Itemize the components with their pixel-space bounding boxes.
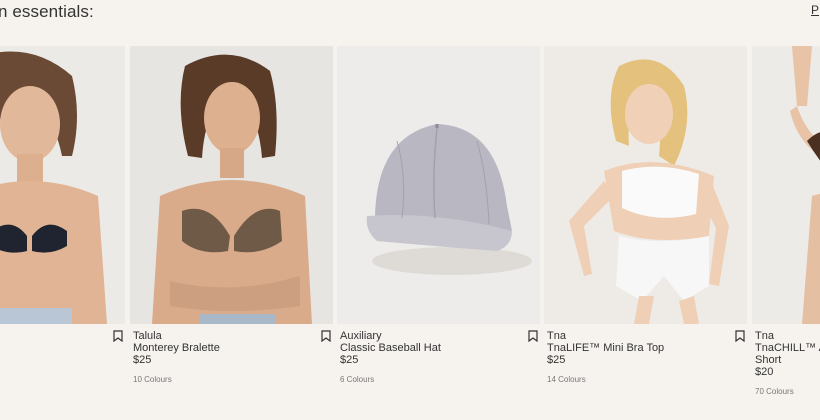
product-carousel: e Talula Monterey Bralette $25 10 Colour… [0, 46, 820, 420]
product-name-line2[interactable]: Short [755, 354, 820, 366]
product-colours[interactable]: 6 Colours [340, 375, 536, 384]
product-name[interactable]: Monterey Bralette [133, 342, 329, 354]
product-image[interactable] [752, 46, 820, 324]
product-name[interactable]: Classic Baseball Hat [340, 342, 536, 354]
bookmark-icon[interactable] [528, 330, 538, 342]
product-price: $25 [133, 354, 152, 366]
product-colours[interactable]: 70 Colours [755, 387, 820, 396]
product-image[interactable] [0, 46, 125, 324]
product-info: Tna TnaCHILL™ A+ Short $20 70 Colours [755, 330, 820, 396]
product-info: e [0, 330, 121, 342]
section-link[interactable]: P [811, 3, 819, 17]
product-name[interactable]: TnaLIFE™ Mini Bra Top [547, 342, 743, 354]
section-title: n essentials: [0, 2, 94, 21]
product-price: $25 [340, 354, 359, 366]
product-name[interactable]: TnaCHILL™ A+ [755, 342, 820, 354]
product-info: Tna TnaLIFE™ Mini Bra Top $25 14 Colours [547, 330, 743, 384]
product-brand: Talula [133, 330, 162, 342]
product-price: $20 [755, 366, 774, 378]
bookmark-icon[interactable] [113, 330, 123, 342]
product-info: Talula Monterey Bralette $25 10 Colours [133, 330, 329, 384]
product-colours[interactable]: 14 Colours [547, 375, 743, 384]
product-brand: Tna [547, 330, 566, 342]
product-brand: Tna [755, 330, 774, 342]
product-image[interactable] [544, 46, 747, 324]
product-image[interactable] [337, 46, 540, 324]
product-brand: Auxiliary [340, 330, 382, 342]
bookmark-icon[interactable] [321, 330, 331, 342]
product-image[interactable] [130, 46, 333, 324]
product-info: Auxiliary Classic Baseball Hat $25 6 Col… [340, 330, 536, 384]
product-price: $25 [547, 354, 566, 366]
product-colours[interactable]: 10 Colours [133, 375, 329, 384]
product-name[interactable]: e [0, 330, 121, 342]
bookmark-icon[interactable] [735, 330, 745, 342]
